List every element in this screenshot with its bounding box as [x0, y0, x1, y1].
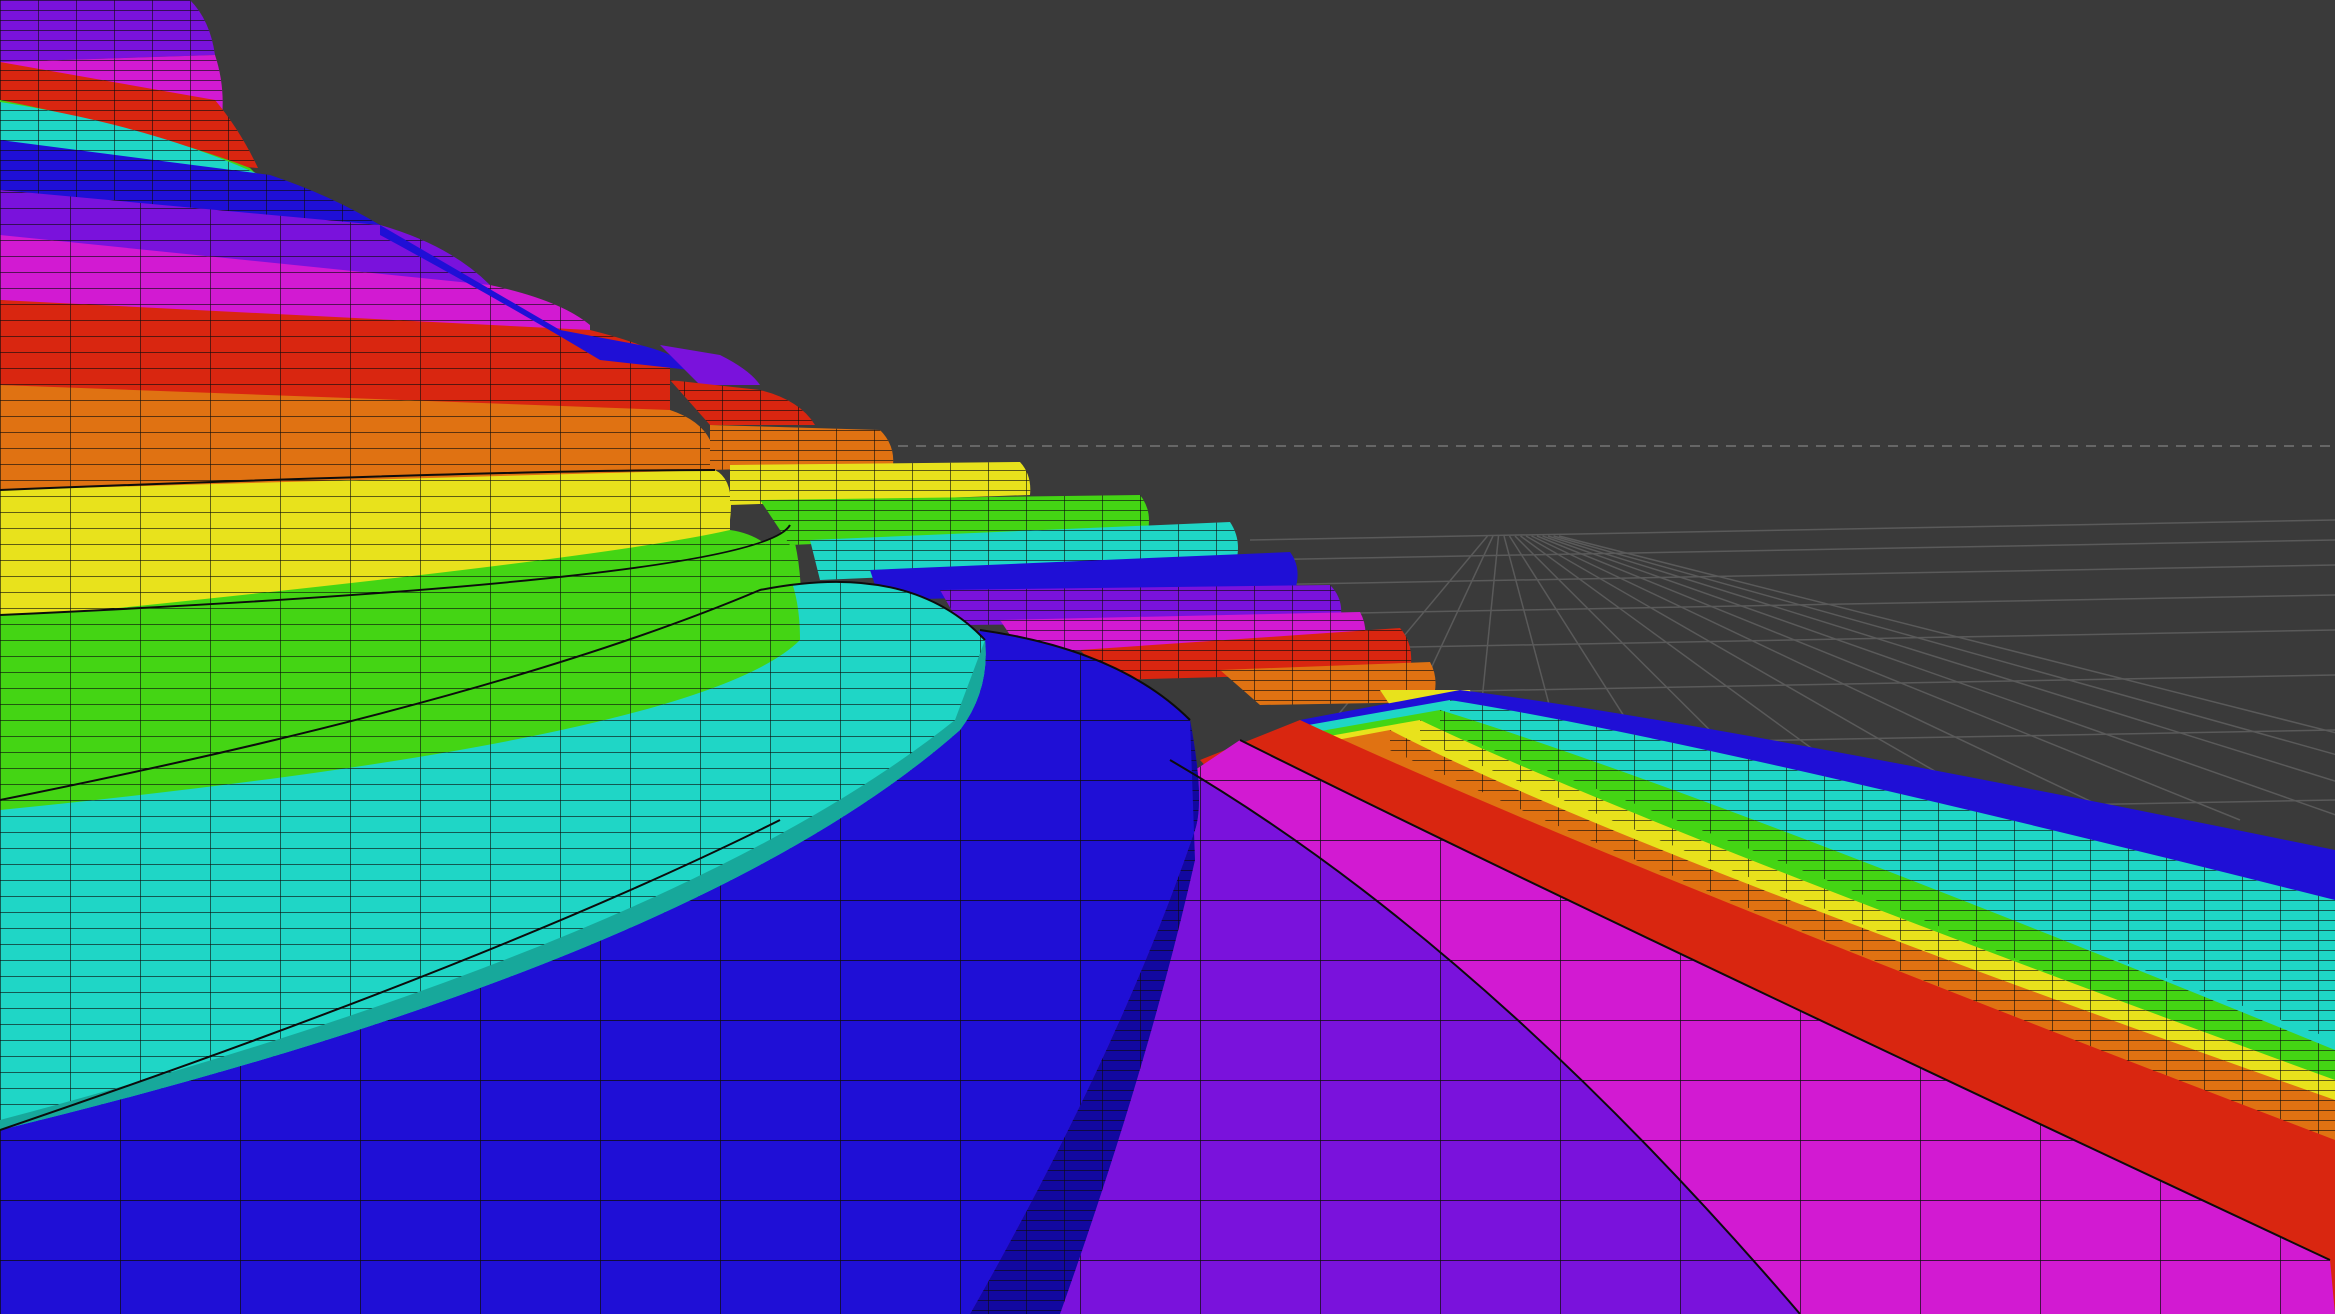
grid-line	[1249, 519, 2335, 541]
grid-line	[1249, 564, 2335, 586]
grid-line	[1249, 539, 2335, 561]
3d-viewport[interactable]	[0, 0, 2335, 1314]
terrace-foreground	[0, 530, 1199, 1314]
terraced-mesh-scene	[0, 0, 2335, 1314]
